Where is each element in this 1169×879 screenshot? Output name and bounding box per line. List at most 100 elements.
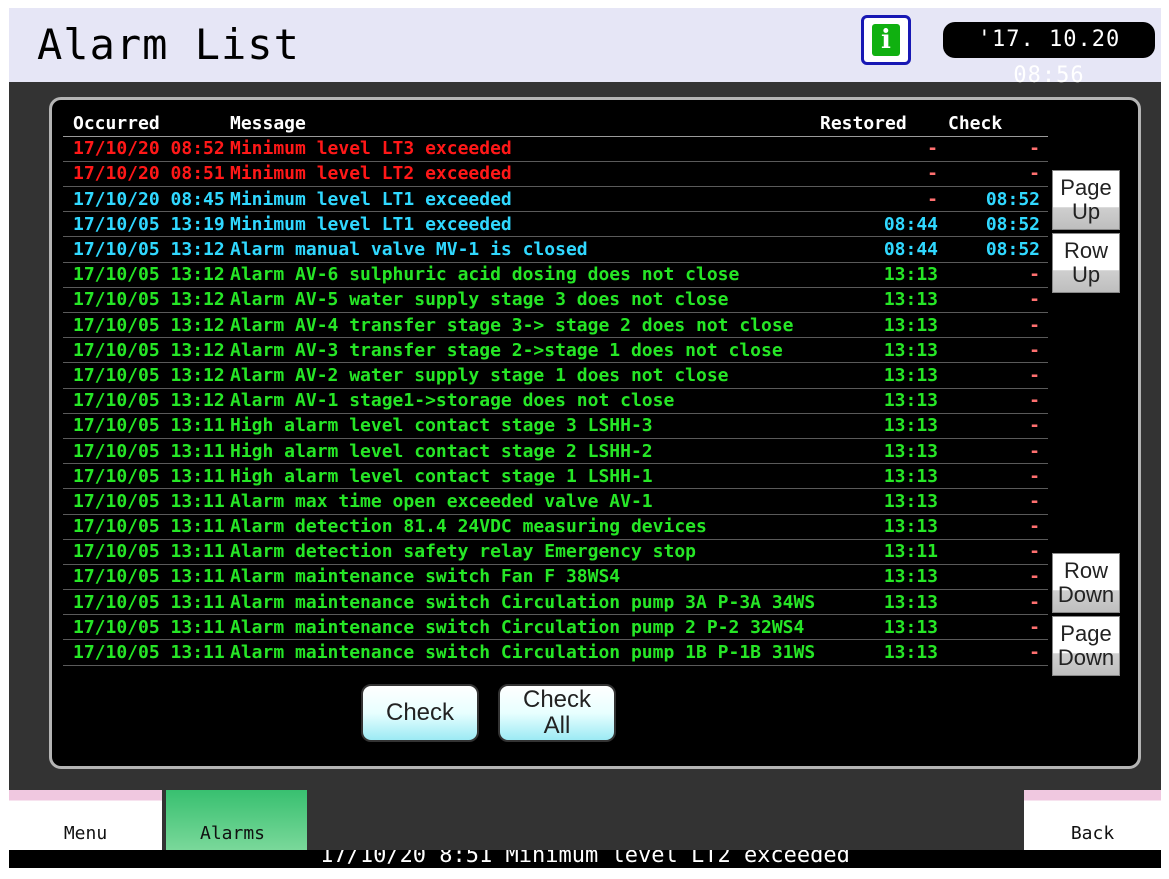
- cell-check: -: [938, 161, 1048, 188]
- cell-check: -: [938, 262, 1048, 288]
- table-row[interactable]: 17/10/05 13:11 Alarm detection safety rel…: [63, 539, 1048, 565]
- table-row[interactable]: 17/10/05 13:11 Alarm maintenance switch C…: [63, 589, 1048, 616]
- cell-check: -: [938, 539, 1048, 565]
- cell-message: High alarm level contact stage 1 LSHH-1: [230, 463, 820, 490]
- cell-check: 08:52: [938, 211, 1048, 238]
- cell-message: Alarm detection 81.4 24VDC measuring dev…: [230, 514, 820, 540]
- table-row[interactable]: 17/10/05 13:12 Alarm AV-1 stage1->storage…: [63, 388, 1048, 414]
- cell-message: Alarm manual valve MV-1 is closed: [230, 236, 820, 263]
- cell-occurred: 17/10/20 08:45: [63, 186, 230, 213]
- nav-alarms-button[interactable]: Alarms: [166, 790, 307, 850]
- column-header-occurred: Occurred: [63, 111, 230, 137]
- cell-restored: -: [820, 136, 938, 162]
- cell-check: -: [938, 614, 1048, 641]
- table-row[interactable]: 17/10/05 13:11 Alarm detection 81.4 24VDC…: [63, 514, 1048, 540]
- page-down-label-1: Page: [1060, 621, 1112, 646]
- cell-check: -: [938, 337, 1048, 364]
- cell-occurred: 17/10/05 13:12: [63, 337, 230, 364]
- cell-restored: 13:13: [820, 287, 938, 314]
- cell-check: -: [938, 438, 1048, 465]
- cell-check: -: [938, 514, 1048, 540]
- cell-occurred: 17/10/05 13:12: [63, 262, 230, 288]
- table-row[interactable]: 17/10/05 13:11 Alarm maintenance switch C…: [63, 639, 1048, 666]
- cell-occurred: 17/10/05 13:11: [63, 438, 230, 465]
- page-up-button[interactable]: Page Up: [1052, 170, 1120, 230]
- column-header-restored: Restored: [820, 111, 938, 137]
- table-row[interactable]: 17/10/05 13:11 High alarm level contact s…: [63, 413, 1048, 439]
- cell-message: Alarm AV-5 water supply stage 3 does not…: [230, 287, 820, 314]
- cell-occurred: 17/10/05 13:11: [63, 614, 230, 641]
- table-row[interactable]: 17/10/05 13:19 Minimum level LT1 exceeded…: [63, 211, 1048, 238]
- check-all-button[interactable]: Check All: [498, 684, 616, 742]
- cell-message: Alarm maintenance switch Circulation pum…: [230, 589, 820, 616]
- hmi-screen: Alarm List i '17. 10.20 08:56 Occurred M…: [9, 8, 1161, 868]
- cell-restored: 13:13: [820, 488, 938, 515]
- cell-message: Alarm AV-6 sulphuric acid dosing does no…: [230, 262, 820, 288]
- status-bar: 17/10/20 8:51 Minimum level LT2 exceeded: [9, 850, 1161, 868]
- cell-message: Alarm AV-2 water supply stage 1 does not…: [230, 362, 820, 389]
- table-row[interactable]: 17/10/05 13:11 High alarm level contact s…: [63, 463, 1048, 490]
- page-down-label-2: Down: [1057, 645, 1115, 670]
- cell-message: Minimum level LT2 exceeded: [230, 161, 820, 188]
- table-row[interactable]: 17/10/05 13:12 Alarm manual valve MV-1 is…: [63, 236, 1048, 263]
- cell-message: Minimum level LT1 exceeded: [230, 211, 820, 238]
- table-row[interactable]: 17/10/05 13:11 Alarm maintenance switch F…: [63, 564, 1048, 591]
- nav-back-label: Back: [1070, 823, 1115, 844]
- cell-restored: 13:11: [820, 539, 938, 565]
- column-header-check: Check: [938, 111, 1048, 137]
- check-button[interactable]: Check: [361, 684, 479, 742]
- row-up-button[interactable]: Row Up: [1052, 233, 1120, 293]
- cell-occurred: 17/10/05 13:11: [63, 564, 230, 591]
- cell-restored: 13:13: [820, 388, 938, 414]
- row-up-label-2: Up: [1071, 262, 1101, 287]
- table-row[interactable]: 17/10/05 13:11 Alarm maintenance switch C…: [63, 614, 1048, 641]
- table-row[interactable]: 17/10/05 13:12 Alarm AV-3 transfer stage …: [63, 337, 1048, 364]
- table-row[interactable]: 17/10/05 13:11 High alarm level contact s…: [63, 438, 1048, 465]
- check-button-label: Check: [385, 699, 455, 726]
- cell-restored: 13:13: [820, 514, 938, 540]
- info-button[interactable]: i: [861, 15, 911, 65]
- check-all-label-2: All: [543, 712, 571, 739]
- cell-check: -: [938, 413, 1048, 439]
- table-row[interactable]: 17/10/05 13:11 Alarm max time open exceed…: [63, 488, 1048, 515]
- cell-restored: 08:44: [820, 236, 938, 263]
- cell-message: High alarm level contact stage 2 LSHH-2: [230, 438, 820, 465]
- page-down-button[interactable]: Page Down: [1052, 616, 1120, 676]
- header-bar: Alarm List i '17. 10.20 08:56: [9, 8, 1161, 88]
- table-row[interactable]: 17/10/20 08:51 Minimum level LT2 exceeded…: [63, 161, 1048, 188]
- info-icon: i: [872, 24, 900, 56]
- cell-check: -: [938, 639, 1048, 666]
- page-title: Alarm List: [37, 20, 300, 69]
- row-down-button[interactable]: Row Down: [1052, 553, 1120, 613]
- page-up-label-2: Up: [1071, 199, 1101, 224]
- cell-check: 08:52: [938, 186, 1048, 213]
- cell-restored: -: [820, 186, 938, 213]
- table-row[interactable]: 17/10/05 13:12 Alarm AV-2 water supply st…: [63, 362, 1048, 389]
- row-down-label-1: Row: [1063, 558, 1108, 583]
- cell-restored: 13:13: [820, 564, 938, 591]
- cell-message: Minimum level LT3 exceeded: [230, 136, 820, 162]
- alarm-rows: 17/10/20 08:52 Minimum level LT3 exceeded…: [63, 136, 1048, 666]
- cell-check: -: [938, 312, 1048, 339]
- cell-check: -: [938, 362, 1048, 389]
- table-row[interactable]: 17/10/20 08:45 Minimum level LT1 exceeded…: [63, 186, 1048, 213]
- cell-occurred: 17/10/05 13:12: [63, 236, 230, 263]
- table-row[interactable]: 17/10/05 13:12 Alarm AV-6 sulphuric acid …: [63, 262, 1048, 288]
- cell-occurred: 17/10/05 13:11: [63, 539, 230, 565]
- table-row[interactable]: 17/10/05 13:12 Alarm AV-4 transfer stage …: [63, 312, 1048, 339]
- page-up-label-1: Page: [1060, 175, 1112, 200]
- nav-menu-button[interactable]: Menu: [9, 790, 162, 850]
- clock-display: '17. 10.20 08:56: [943, 22, 1155, 88]
- check-all-label-1: Check: [522, 686, 592, 713]
- table-row[interactable]: 17/10/05 13:12 Alarm AV-5 water supply st…: [63, 287, 1048, 314]
- cell-restored: -: [820, 161, 938, 188]
- nav-alarms-label: Alarms: [200, 823, 266, 844]
- cell-occurred: 17/10/20 08:51: [63, 161, 230, 188]
- table-row[interactable]: 17/10/20 08:52 Minimum level LT3 exceeded…: [63, 136, 1048, 162]
- column-header-message: Message: [230, 111, 820, 137]
- nav-back-button[interactable]: Back: [1024, 790, 1161, 850]
- cell-check: -: [938, 388, 1048, 414]
- cell-check: -: [938, 136, 1048, 162]
- row-up-label-1: Row: [1063, 238, 1108, 263]
- cell-restored: 13:13: [820, 614, 938, 641]
